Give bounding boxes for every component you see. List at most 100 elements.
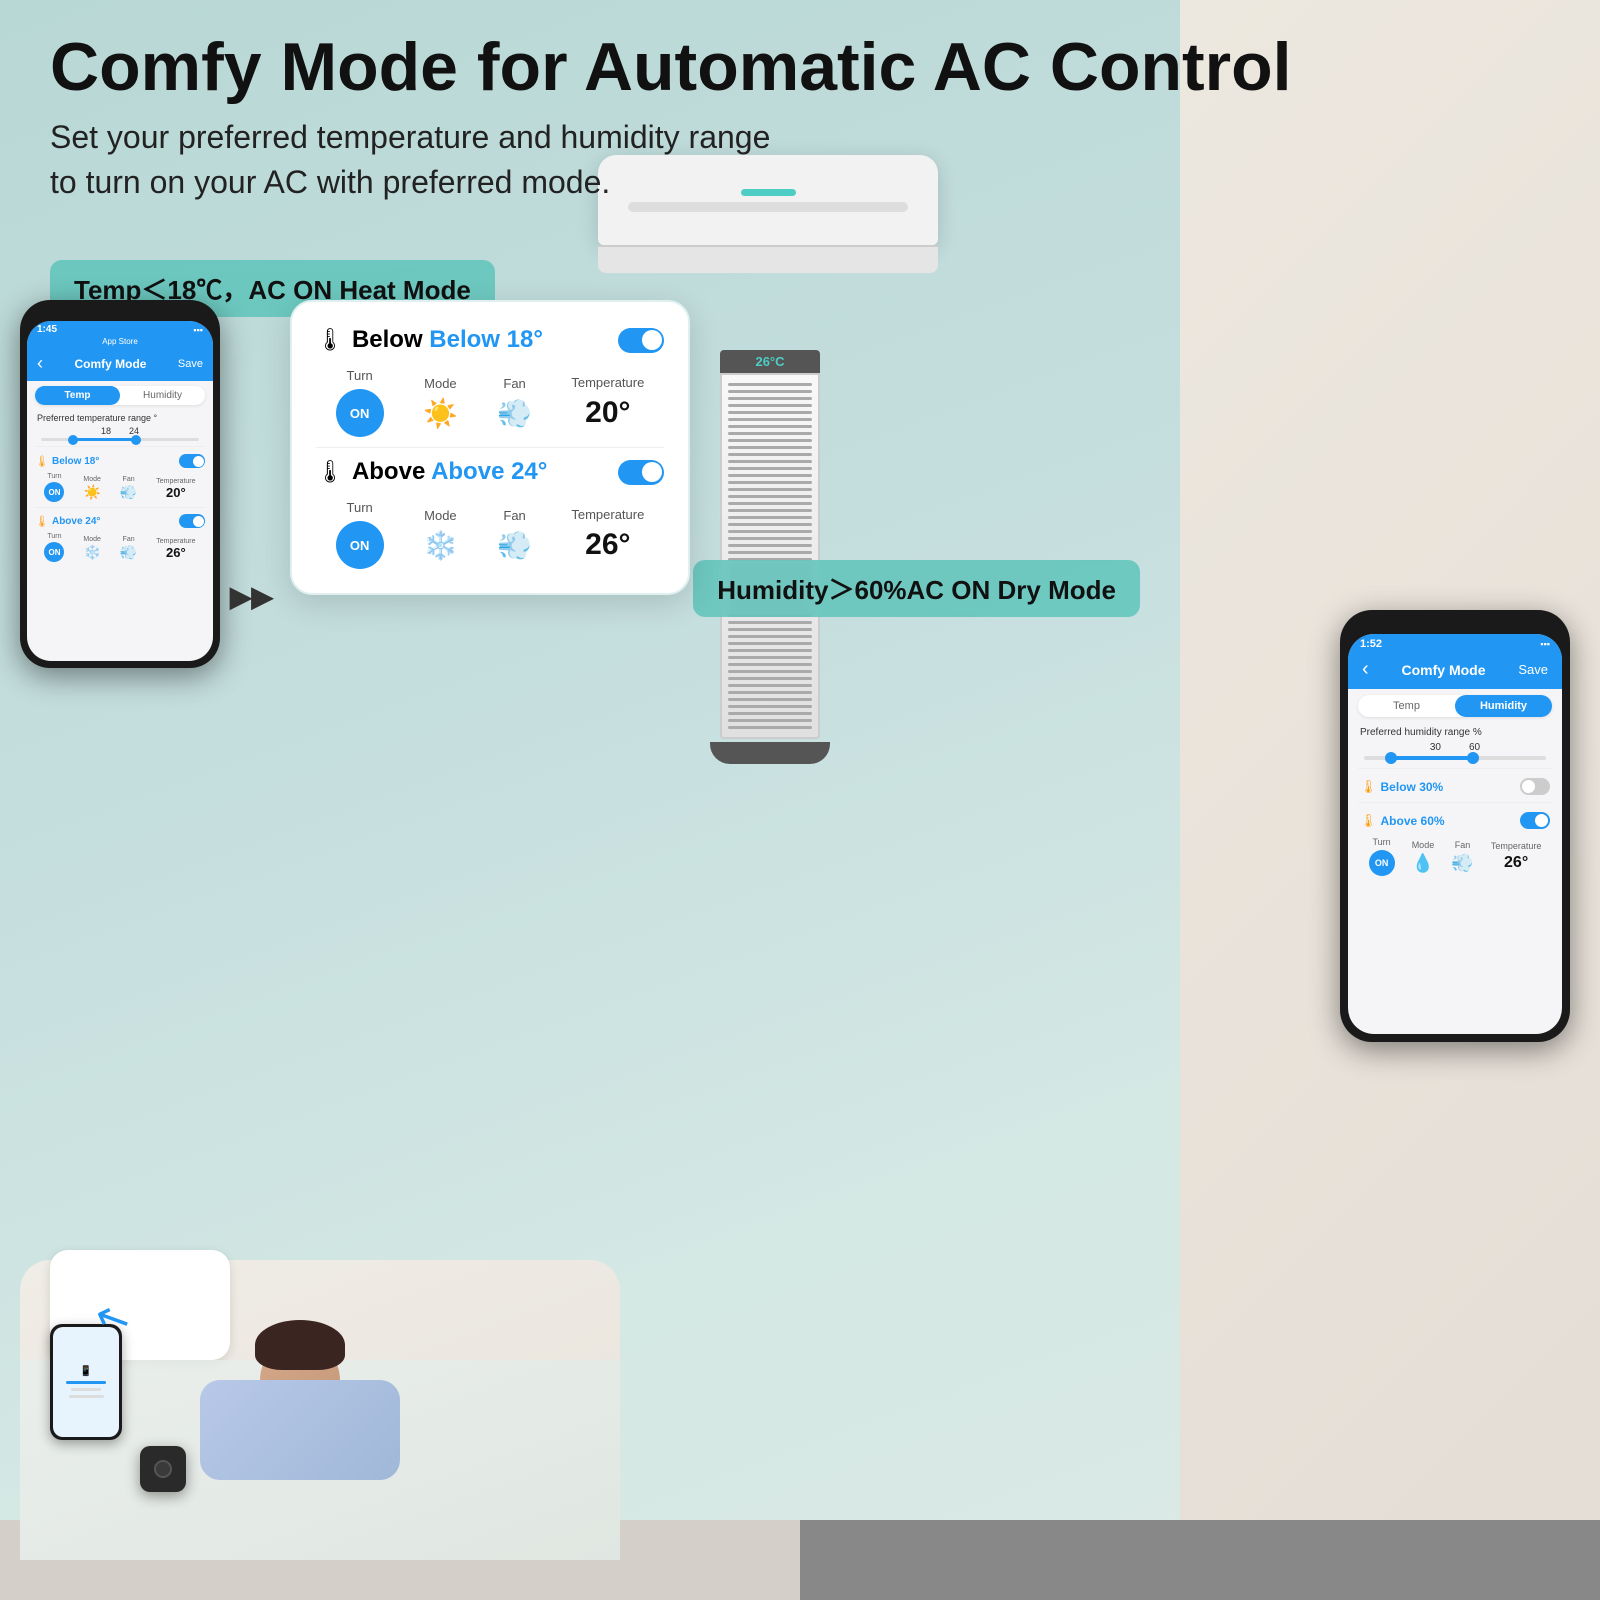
- turn-label-l2: Turn: [44, 533, 64, 540]
- center-card: 🌡 Below Below 18° Turn ON Mode ☀️ Fan 💨 …: [290, 300, 690, 595]
- toggle-below-left[interactable]: [179, 454, 205, 468]
- card-mode-label1: Mode: [423, 376, 458, 391]
- subtitle-line2: to turn on your AC with preferred mode.: [50, 160, 1550, 205]
- slider-right[interactable]: 30 60: [1348, 740, 1562, 766]
- header: Comfy Mode for Automatic AC Control Set …: [50, 30, 1550, 204]
- tab-humidity-right[interactable]: Humidity: [1455, 695, 1552, 717]
- tab-bar-right: Temp Humidity: [1358, 695, 1552, 717]
- card-above-title: Above Above 24°: [352, 458, 547, 486]
- back-icon-left[interactable]: ‹: [37, 353, 43, 374]
- card-fan-label2: Fan: [497, 508, 532, 523]
- range-label-right: Preferred humidity range %: [1348, 723, 1562, 740]
- fan-label-r: Fan: [1451, 840, 1473, 850]
- fan-label-l1: Fan: [120, 476, 137, 483]
- above-row-right: 🌡 Above 60%: [1348, 807, 1562, 834]
- ac-bottom: [598, 245, 938, 273]
- temp-val-r: 26°: [1491, 854, 1542, 872]
- double-arrow: ▶▶: [230, 580, 273, 613]
- header-title-left: Comfy Mode: [74, 357, 146, 371]
- card-toggle-above[interactable]: [618, 460, 664, 485]
- above-label-right: Above 60%: [1381, 814, 1445, 828]
- phone-left-screen: 1:45 ▪▪▪ App Store ‹ Comfy Mode Save Tem…: [27, 321, 213, 661]
- card-below-section: 🌡 Below Below 18° Turn ON Mode ☀️ Fan 💨 …: [316, 326, 664, 437]
- above-actions-left: Turn ON Mode ❄️ Fan 💨 Temperature 26°: [27, 531, 213, 569]
- signal-icons-left: ▪▪▪: [193, 325, 203, 335]
- header-title-right: Comfy Mode: [1402, 662, 1486, 678]
- save-btn-left[interactable]: Save: [178, 358, 203, 370]
- mode-icon-l1: ☀️: [83, 484, 101, 501]
- humidity-condition-badge: Humidity＞60%AC ON Dry Mode: [693, 560, 1140, 617]
- above-row-left: 🌡 Above 24°: [27, 511, 213, 531]
- phone-left-notch: [93, 307, 148, 321]
- card-mode-label2: Mode: [423, 508, 458, 523]
- fan-label-l2: Fan: [120, 536, 137, 543]
- range-label-left: Preferred temperature range °: [27, 410, 213, 424]
- tower-base: [710, 742, 830, 764]
- phone-header-left: ‹ Comfy Mode Save: [27, 348, 213, 381]
- card-below-title: Below Below 18°: [352, 326, 543, 354]
- card-temp-val1: 20°: [571, 396, 644, 430]
- tower-fan: 26°C: [720, 350, 820, 764]
- card-on-btn1[interactable]: ON: [336, 389, 384, 437]
- temp-val-l1: 20°: [156, 485, 195, 500]
- phone-header-right: ‹ Comfy Mode Save: [1348, 652, 1562, 689]
- mode-label-l1: Mode: [83, 476, 101, 483]
- fan-icon-l2: 💨: [120, 544, 137, 561]
- slider-left[interactable]: 18 24: [27, 424, 213, 446]
- time-right: 1:52: [1360, 638, 1382, 650]
- status-bar-right: 1:52 ▪▪▪: [1348, 634, 1562, 652]
- tower-body: [720, 373, 820, 739]
- fan-icon-right: 💨: [1451, 853, 1473, 874]
- turn-label-l1: Turn: [44, 473, 64, 480]
- fan-icon-card2: 💨: [497, 529, 532, 562]
- card-on-btn2[interactable]: ON: [336, 521, 384, 569]
- thermometer-icon-left: 🌡: [35, 455, 49, 468]
- toggle-above-left[interactable]: [179, 514, 205, 528]
- tower-display: 26°C: [720, 350, 820, 373]
- slider-val-left: 18: [101, 426, 111, 436]
- phone-right-screen: 1:52 ▪▪▪ ‹ Comfy Mode Save Temp Humidity…: [1348, 634, 1562, 1034]
- mode-icon-l2: ❄️: [83, 544, 101, 561]
- status-bar-left: 1:45 ▪▪▪: [27, 321, 213, 337]
- fan-icon-l1: 💨: [120, 484, 137, 501]
- tab-humidity-left[interactable]: Humidity: [120, 386, 205, 405]
- drop-icon-right: 💧: [1412, 853, 1435, 874]
- phone-left: 1:45 ▪▪▪ App Store ‹ Comfy Mode Save Tem…: [20, 300, 220, 668]
- humidity-condition-text: Humidity＞60%AC ON Dry Mode: [717, 575, 1116, 605]
- back-icon-right[interactable]: ‹: [1362, 658, 1369, 681]
- tab-temp-right[interactable]: Temp: [1358, 695, 1455, 717]
- on-btn-l1[interactable]: ON: [44, 482, 64, 502]
- save-btn-right[interactable]: Save: [1518, 662, 1548, 677]
- person: [200, 1380, 400, 1480]
- toggle-below-right[interactable]: [1520, 778, 1550, 795]
- therm-icon-right2: 🌡: [1360, 813, 1377, 829]
- signal-icons-right: ▪▪▪: [1540, 639, 1550, 649]
- time-left: 1:45: [37, 324, 57, 335]
- card-therm-icon: 🌡: [316, 327, 344, 353]
- snowflake-icon-card: ❄️: [423, 529, 458, 562]
- phone-right: 1:52 ▪▪▪ ‹ Comfy Mode Save Temp Humidity…: [1340, 610, 1570, 1042]
- subtitle-line1: Set your preferred temperature and humid…: [50, 115, 1550, 160]
- phone-right-notch: [1425, 618, 1485, 634]
- toggle-above-right[interactable]: [1520, 812, 1550, 829]
- mode-label-r: Mode: [1412, 840, 1435, 850]
- card-fan-label1: Fan: [497, 376, 532, 391]
- fan-icon-card: 💨: [497, 397, 532, 430]
- tab-temp-left[interactable]: Temp: [35, 386, 120, 405]
- on-btn-l2[interactable]: ON: [44, 542, 64, 562]
- card-toggle-below[interactable]: [618, 328, 664, 353]
- phone-right-frame: 1:52 ▪▪▪ ‹ Comfy Mode Save Temp Humidity…: [1340, 610, 1570, 1042]
- temp-label-l2: Temperature: [156, 538, 195, 545]
- sun-icon-card: ☀️: [423, 397, 458, 430]
- on-btn-r[interactable]: ON: [1369, 850, 1395, 876]
- above-actions-right: Turn ON Mode 💧 Fan 💨 Temperature 26°: [1348, 834, 1562, 884]
- card-temp-label2: Temperature: [571, 507, 644, 522]
- temp-label-l1: Temperature: [156, 478, 195, 485]
- app-store-label-left: App Store: [27, 337, 213, 348]
- card-therm-icon2: 🌡: [316, 459, 344, 485]
- below-label-left: Below 18°: [52, 456, 99, 467]
- below-row-right: 🌡 Below 30%: [1348, 773, 1562, 800]
- therm-icon-right: 🌡: [1360, 779, 1377, 795]
- tab-bar-left: Temp Humidity: [35, 386, 205, 405]
- card-temp-val2: 26°: [571, 528, 644, 562]
